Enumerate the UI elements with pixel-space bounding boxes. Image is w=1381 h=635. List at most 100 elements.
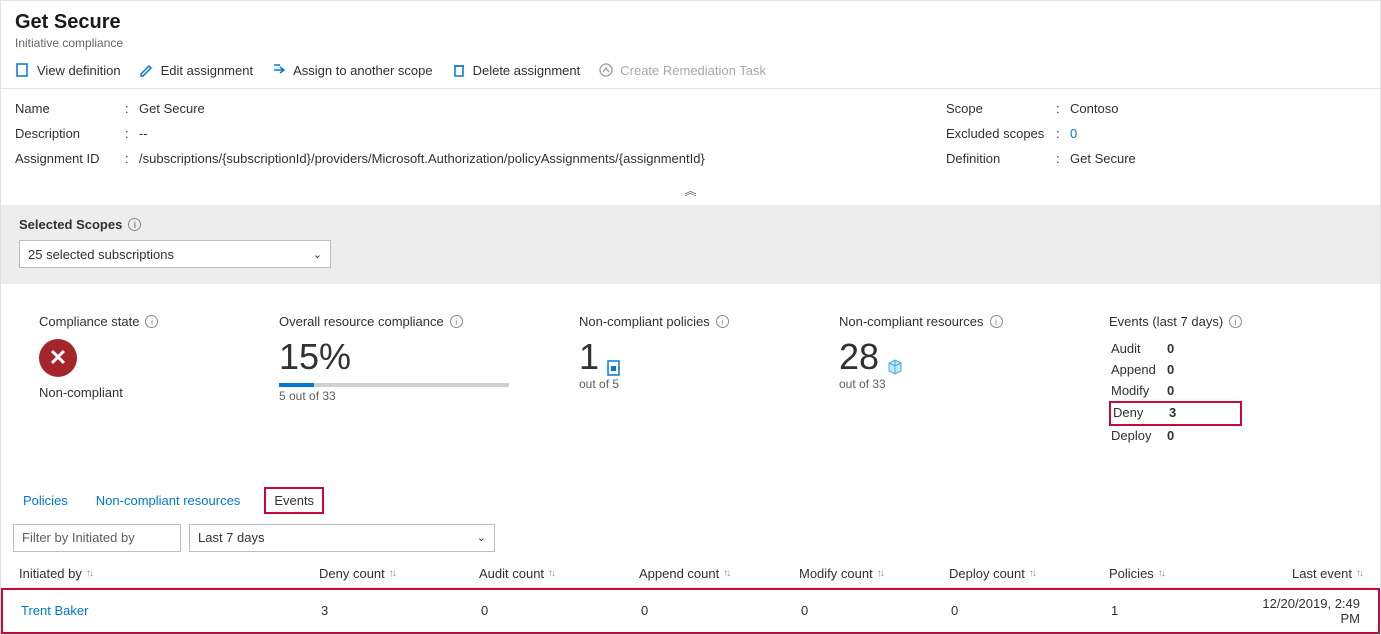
prop-description-label: Description bbox=[15, 126, 125, 141]
page-header: Get Secure Initiative compliance bbox=[1, 1, 1380, 56]
sort-icon: ↑↓ bbox=[1356, 568, 1362, 579]
filter-date-range-dropdown[interactable]: Last 7 days ⌄ bbox=[189, 524, 495, 552]
properties-section: Name : Get Secure Description : -- Assig… bbox=[1, 89, 1380, 180]
pencil-icon bbox=[139, 62, 155, 78]
sort-icon: ↑↓ bbox=[1158, 568, 1164, 579]
collapse-toggle[interactable]: ︽ bbox=[1, 180, 1380, 205]
th-modify-count[interactable]: Modify count↑↓ bbox=[799, 566, 949, 581]
filters-row: Filter by Initiated by Last 7 days ⌄ bbox=[1, 514, 1380, 560]
event-modify-value: 0 bbox=[1167, 381, 1174, 402]
sort-icon: ↑↓ bbox=[86, 568, 92, 579]
remediation-icon bbox=[598, 62, 614, 78]
event-audit-label: Audit bbox=[1111, 339, 1161, 360]
info-icon[interactable]: i bbox=[145, 315, 158, 328]
tab-policies[interactable]: Policies bbox=[19, 487, 72, 514]
cell-append: 0 bbox=[641, 603, 801, 618]
selected-scopes-label: Selected Scopes bbox=[19, 217, 122, 232]
sort-icon: ↑↓ bbox=[389, 568, 395, 579]
noncompliant-badge-icon: ✕ bbox=[39, 339, 77, 377]
nc-resources-value: 28 bbox=[839, 339, 879, 375]
nc-policies-title: Non-compliant policies bbox=[579, 314, 710, 329]
info-icon[interactable]: i bbox=[1229, 315, 1242, 328]
view-definition-icon bbox=[15, 62, 31, 78]
create-remediation-label: Create Remediation Task bbox=[620, 63, 766, 78]
assign-scope-icon bbox=[271, 62, 287, 78]
filter-initiated-by-input[interactable]: Filter by Initiated by bbox=[13, 524, 181, 552]
sort-icon: ↑↓ bbox=[877, 568, 883, 579]
scopes-dropdown[interactable]: 25 selected subscriptions ⌄ bbox=[19, 240, 331, 268]
nc-resources-sub: out of 33 bbox=[839, 377, 1059, 391]
cube-icon bbox=[885, 347, 905, 367]
toolbar: View definition Edit assignment Assign t… bbox=[1, 56, 1380, 89]
event-deploy-label: Deploy bbox=[1111, 426, 1161, 447]
event-modify-label: Modify bbox=[1111, 381, 1161, 402]
tab-events[interactable]: Events bbox=[264, 487, 324, 514]
event-append-value: 0 bbox=[1167, 360, 1174, 381]
th-deploy-count[interactable]: Deploy count↑↓ bbox=[949, 566, 1109, 581]
tab-nc-resources[interactable]: Non-compliant resources bbox=[92, 487, 245, 514]
tabs-row: Policies Non-compliant resources Events bbox=[1, 487, 1380, 514]
event-deploy-value: 0 bbox=[1167, 426, 1174, 447]
cell-deploy: 0 bbox=[951, 603, 1111, 618]
assign-scope-label: Assign to another scope bbox=[293, 63, 432, 78]
overall-compliance-percent: 15% bbox=[279, 339, 529, 375]
nc-policies-sub: out of 5 bbox=[579, 377, 789, 391]
create-remediation-button: Create Remediation Task bbox=[598, 62, 766, 78]
prop-definition-value: Get Secure bbox=[1070, 151, 1136, 166]
page-subtitle: Initiative compliance bbox=[15, 36, 1366, 50]
sort-icon: ↑↓ bbox=[723, 568, 729, 579]
info-icon[interactable]: i bbox=[990, 315, 1003, 328]
view-definition-button[interactable]: View definition bbox=[15, 62, 121, 78]
filter-initiated-by-placeholder: Filter by Initiated by bbox=[22, 530, 135, 545]
page-title: Get Secure bbox=[15, 11, 1366, 34]
info-icon[interactable]: i bbox=[128, 218, 141, 231]
trash-icon bbox=[451, 62, 467, 78]
event-append-label: Append bbox=[1111, 360, 1161, 381]
events-title: Events (last 7 days) bbox=[1109, 314, 1223, 329]
policy-icon bbox=[605, 347, 625, 367]
prop-excluded-label: Excluded scopes bbox=[946, 126, 1056, 141]
info-icon[interactable]: i bbox=[450, 315, 463, 328]
prop-definition-label: Definition bbox=[946, 151, 1056, 166]
sort-icon: ↑↓ bbox=[548, 568, 554, 579]
delete-assignment-button[interactable]: Delete assignment bbox=[451, 62, 581, 78]
chevron-down-icon: ⌄ bbox=[313, 248, 322, 261]
th-deny-count[interactable]: Deny count↑↓ bbox=[319, 566, 479, 581]
sort-icon: ↑↓ bbox=[1029, 568, 1035, 579]
cell-modify: 0 bbox=[801, 603, 951, 618]
nc-policies-value: 1 bbox=[579, 339, 599, 375]
th-initiated-by[interactable]: Initiated by↑↓ bbox=[19, 566, 319, 581]
prop-description-value: -- bbox=[139, 126, 148, 141]
table-row[interactable]: Trent Baker 3 0 0 0 0 1 12/20/2019, 2:49… bbox=[1, 588, 1380, 634]
overall-compliance-sub: 5 out of 33 bbox=[279, 389, 529, 403]
cell-deny: 3 bbox=[321, 603, 481, 618]
compliance-state-title: Compliance state bbox=[39, 314, 139, 329]
th-append-count[interactable]: Append count↑↓ bbox=[639, 566, 799, 581]
nc-resources-title: Non-compliant resources bbox=[839, 314, 984, 329]
delete-assignment-label: Delete assignment bbox=[473, 63, 581, 78]
cell-policies: 1 bbox=[1111, 603, 1261, 618]
event-deny-value: 3 bbox=[1169, 403, 1176, 424]
stats-row: Compliance state i ✕ Non-compliant Overa… bbox=[1, 284, 1380, 467]
th-audit-count[interactable]: Audit count↑↓ bbox=[479, 566, 639, 581]
prop-assignment-id-label: Assignment ID bbox=[15, 151, 125, 166]
prop-scope-value: Contoso bbox=[1070, 101, 1118, 116]
cell-last-event: 12/20/2019, 2:49 PM bbox=[1261, 596, 1360, 626]
th-policies[interactable]: Policies↑↓ bbox=[1109, 566, 1259, 581]
prop-assignment-id-value: /subscriptions/{subscriptionId}/provider… bbox=[139, 151, 705, 166]
cell-initiated-by[interactable]: Trent Baker bbox=[21, 603, 321, 618]
overall-compliance-title: Overall resource compliance bbox=[279, 314, 444, 329]
edit-assignment-button[interactable]: Edit assignment bbox=[139, 62, 254, 78]
event-deny-row[interactable]: Deny 3 bbox=[1109, 401, 1242, 426]
th-last-event[interactable]: Last event↑↓ bbox=[1259, 566, 1362, 581]
chevron-up-icon: ︽ bbox=[684, 184, 696, 198]
prop-excluded-value[interactable]: 0 bbox=[1070, 126, 1077, 141]
filter-date-range-value: Last 7 days bbox=[198, 530, 265, 545]
events-table: Initiated by↑↓ Deny count↑↓ Audit count↑… bbox=[1, 560, 1380, 634]
compliance-progress-bar bbox=[279, 383, 509, 387]
event-deny-label: Deny bbox=[1113, 403, 1163, 424]
scopes-dropdown-value: 25 selected subscriptions bbox=[28, 247, 174, 262]
assign-scope-button[interactable]: Assign to another scope bbox=[271, 62, 432, 78]
edit-assignment-label: Edit assignment bbox=[161, 63, 254, 78]
info-icon[interactable]: i bbox=[716, 315, 729, 328]
